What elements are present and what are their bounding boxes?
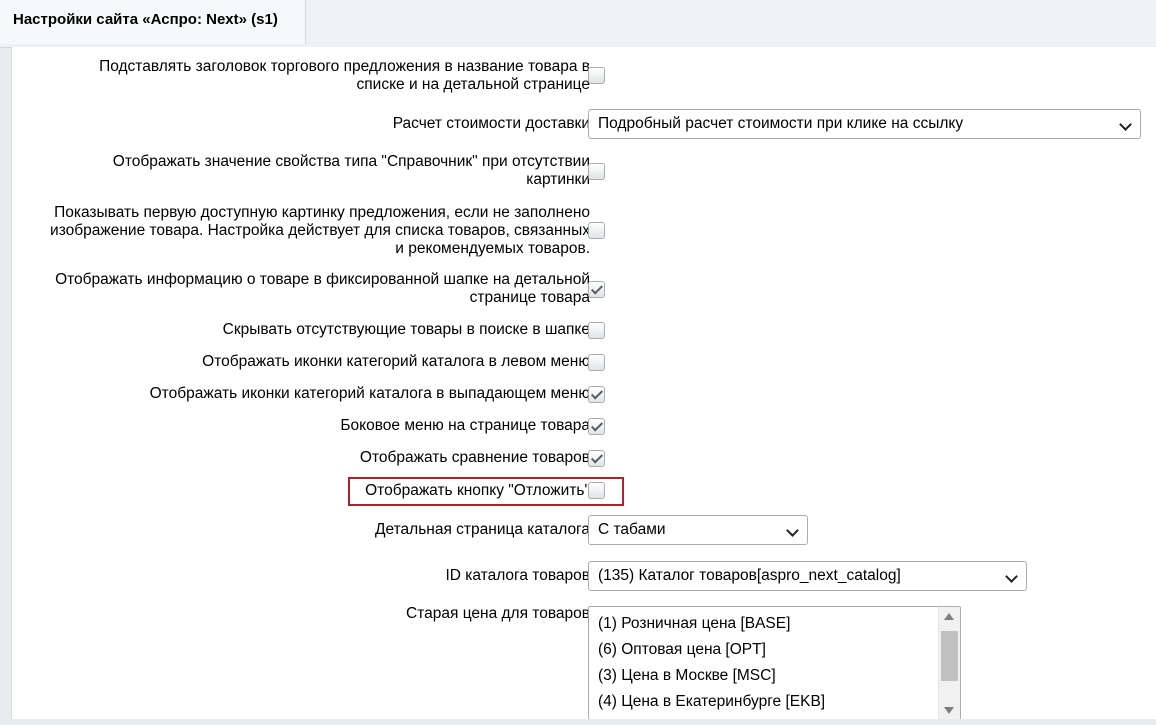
catalog-id-value: (135) Каталог товаров[aspro_next_catalog…	[598, 567, 901, 584]
left-menu-icons-checkbox[interactable]	[588, 354, 605, 371]
bottom-edge	[0, 719, 1156, 725]
side-menu-label: Боковое меню на странице товара	[340, 417, 590, 434]
offer-title-label: Подставлять заголовок торгового предложе…	[99, 58, 590, 93]
chevron-down-icon	[1119, 118, 1132, 131]
dropdown-icons-checkbox[interactable]	[588, 386, 605, 403]
catalog-detail-label: Детальная страница каталога	[375, 521, 590, 538]
delay-button-label: Отображать кнопку "Отложить"	[365, 482, 590, 499]
delivery-label: Расчет стоимости доставки	[392, 115, 590, 132]
compare-checkbox[interactable]	[588, 450, 605, 467]
fixed-header-checkbox[interactable]	[588, 281, 605, 298]
list-option[interactable]: (6) Оптовая цена [OPT]	[598, 641, 766, 659]
settings-header: Настройки сайта «Аспро: Next» (s1)	[0, 0, 1156, 48]
tab-title: Настройки сайта «Аспро: Next» (s1)	[13, 11, 278, 28]
hide-missing-checkbox[interactable]	[588, 322, 605, 339]
fixed-header-label: Отображать информацию о товаре в фиксиро…	[55, 271, 590, 306]
delivery-select[interactable]: Подробный расчет стоимости при клике на …	[588, 109, 1141, 139]
catalog-detail-value: С табами	[598, 521, 666, 538]
chevron-down-icon	[1005, 570, 1018, 583]
directory-label: Отображать значение свойства типа "Справ…	[112, 153, 590, 188]
directory-checkbox[interactable]	[588, 163, 605, 180]
list-option[interactable]: (4) Цена в Екатеринбурге [EKB]	[598, 693, 825, 711]
settings-panel: Подставлять заголовок торгового предложе…	[11, 47, 1156, 720]
old-price-listbox[interactable]: (1) Розничная цена [BASE] (6) Оптовая це…	[588, 606, 961, 720]
chevron-down-icon	[786, 524, 799, 537]
delay-button-checkbox[interactable]	[588, 482, 605, 499]
delivery-select-value: Подробный расчет стоимости при клике на …	[598, 115, 964, 132]
listbox-scrollbar[interactable]	[938, 607, 960, 719]
compare-label: Отображать сравнение товаров	[359, 449, 590, 466]
catalog-detail-select[interactable]: С табами	[588, 515, 808, 545]
left-menu-icons-label: Отображать иконки категорий каталога в л…	[202, 353, 590, 370]
side-menu-checkbox[interactable]	[588, 418, 605, 435]
scroll-up-arrow-icon[interactable]	[944, 613, 954, 620]
scroll-down-arrow-icon[interactable]	[944, 707, 954, 714]
scrollbar-thumb[interactable]	[941, 631, 958, 681]
offer-title-checkbox[interactable]	[588, 67, 605, 84]
list-option[interactable]: (3) Цена в Москве [MSC]	[598, 667, 776, 685]
first-image-label: Показывать первую доступную картинку пре…	[50, 204, 590, 257]
list-option[interactable]: (1) Розничная цена [BASE]	[598, 615, 790, 633]
hide-missing-label: Скрывать отсутствующие товары в поиске в…	[222, 321, 590, 338]
catalog-id-select[interactable]: (135) Каталог товаров[aspro_next_catalog…	[588, 561, 1027, 591]
old-price-label: Старая цена для товаров	[406, 605, 590, 622]
tab-site-settings[interactable]: Настройки сайта «Аспро: Next» (s1)	[0, 0, 306, 44]
catalog-id-label: ID каталога товаров	[445, 567, 590, 584]
first-image-checkbox[interactable]	[588, 222, 605, 239]
dropdown-icons-label: Отображать иконки категорий каталога в в…	[149, 385, 590, 402]
